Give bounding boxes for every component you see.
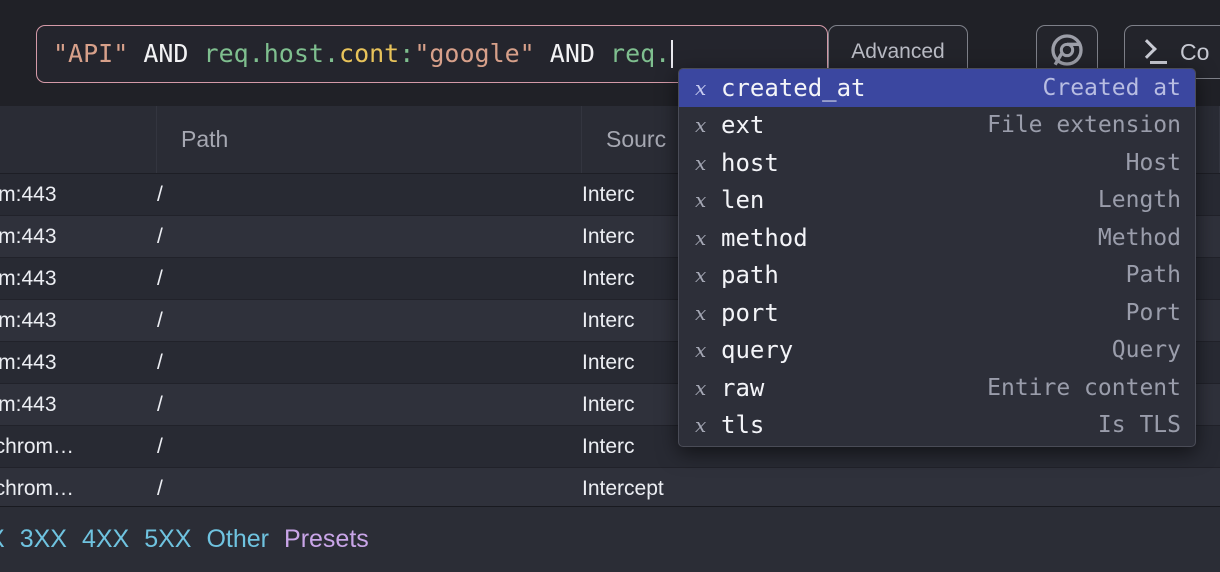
cell-path: / [157, 224, 163, 248]
autocomplete-item-name: tls [721, 411, 765, 440]
autocomplete-item-name: len [721, 186, 765, 215]
query-token-punct: : [399, 39, 415, 68]
app-root: "API" AND req.host.cont:"google" AND req… [0, 0, 1220, 572]
console-button-label: Co [1180, 38, 1210, 65]
autocomplete-item-name: raw [721, 373, 765, 402]
x-variable-icon: x [695, 338, 707, 363]
autocomplete-item-len[interactable]: x len Length [679, 182, 1195, 220]
autocomplete-item-path[interactable]: x path Path [679, 257, 1195, 295]
cell-source: Intercept [582, 476, 664, 500]
autocomplete-dropdown[interactable]: x created_at Created at x ext File extension x… [678, 68, 1196, 447]
autocomplete-item-ext[interactable]: x ext File extension [679, 107, 1195, 145]
autocomplete-item-name: query [721, 336, 794, 365]
autocomplete-item-query[interactable]: x query Query [679, 332, 1195, 370]
query-token-space [595, 39, 610, 68]
cell-path: / [157, 266, 163, 290]
autocomplete-item-description: File extension [987, 112, 1181, 139]
query-token-space [535, 39, 550, 68]
query-token-string: "google" [414, 39, 535, 68]
autocomplete-item-method[interactable]: x method Method [679, 219, 1195, 257]
autocomplete-item-description: Length [1097, 187, 1181, 214]
cell-host: com:443 [0, 266, 57, 290]
x-variable-icon: x [695, 225, 707, 250]
text-caret [671, 40, 674, 68]
x-variable-icon: x [695, 300, 707, 325]
x-variable-icon: x [695, 263, 707, 288]
status-filter-3xx[interactable]: 3XX [20, 525, 67, 554]
query-token-field: req. [610, 39, 671, 68]
autocomplete-item-description: Is TLS [1097, 412, 1181, 439]
autocomplete-item-raw[interactable]: x raw Entire content [679, 369, 1195, 407]
autocomplete-item-created_at[interactable]: x created_at Created at [679, 69, 1195, 107]
cell-path: / [157, 392, 163, 416]
autocomplete-item-description: Path [1125, 262, 1181, 289]
query-token-operator: AND [549, 39, 595, 68]
autocomplete-item-name: port [721, 298, 779, 327]
autocomplete-item-name: path [721, 261, 779, 290]
query-token-modifier: cont [339, 39, 400, 68]
cell-path: / [157, 434, 163, 458]
autocomplete-item-description: Created at [1042, 74, 1181, 101]
table-row[interactable]: d-chrom… / Intercept [0, 468, 1220, 510]
cell-host: com:443 [0, 308, 57, 332]
cell-host: com:443 [0, 392, 57, 416]
autocomplete-item-host[interactable]: x host Host [679, 144, 1195, 182]
autocomplete-item-description: Method [1097, 224, 1181, 251]
status-filter-other[interactable]: Other [206, 525, 269, 554]
cell-host: com:443 [0, 350, 57, 374]
autocomplete-item-port[interactable]: x port Port [679, 294, 1195, 332]
cell-host: com:443 [0, 182, 57, 206]
autocomplete-item-name: host [721, 148, 779, 177]
autocomplete-item-name: ext [721, 111, 765, 140]
query-token-space [128, 39, 143, 68]
autocomplete-item-description: Entire content [987, 374, 1181, 401]
terminal-icon [1137, 39, 1168, 65]
x-variable-icon: x [695, 113, 707, 138]
cell-path: / [157, 476, 163, 500]
x-variable-icon: x [695, 150, 707, 175]
autocomplete-item-description: Port [1125, 299, 1181, 326]
autocomplete-item-description: Query [1111, 337, 1181, 364]
chrome-icon [1051, 33, 1083, 71]
query-token-string: "API" [53, 39, 129, 68]
column-header-path[interactable]: Path [157, 106, 582, 173]
advanced-button-label: Advanced [851, 40, 945, 63]
x-variable-icon: x [695, 75, 707, 100]
cell-path: / [157, 350, 163, 374]
x-variable-icon: x [695, 375, 707, 400]
query-token-space [188, 39, 203, 68]
cell-host: d-chrom… [0, 434, 75, 458]
query-token-punct: . [323, 39, 340, 68]
cell-path: / [157, 182, 163, 206]
search-query-text: "API" AND req.host.cont:"google" AND req… [53, 39, 674, 68]
cell-host: d-chrom… [0, 476, 75, 500]
status-filter-x[interactable]: X [0, 525, 5, 554]
status-filter-presets[interactable]: Presets [284, 525, 369, 554]
x-variable-icon: x [695, 413, 707, 438]
autocomplete-item-description: Host [1125, 149, 1181, 176]
query-token-operator: AND [143, 39, 189, 68]
cell-host: com:443 [0, 224, 57, 248]
column-header-select[interactable] [0, 106, 157, 173]
autocomplete-item-name: method [721, 223, 808, 252]
query-token-field: req.host [203, 39, 324, 68]
autocomplete-item-name: created_at [721, 73, 866, 102]
status-filter-5xx[interactable]: 5XX [144, 525, 191, 554]
cell-path: / [157, 308, 163, 332]
autocomplete-item-tls[interactable]: x tls Is TLS [679, 407, 1195, 445]
status-filter-4xx[interactable]: 4XX [82, 525, 129, 554]
status-filter-bar: X 3XX 4XX 5XX Other Presets [0, 506, 1220, 572]
x-variable-icon: x [695, 188, 707, 213]
